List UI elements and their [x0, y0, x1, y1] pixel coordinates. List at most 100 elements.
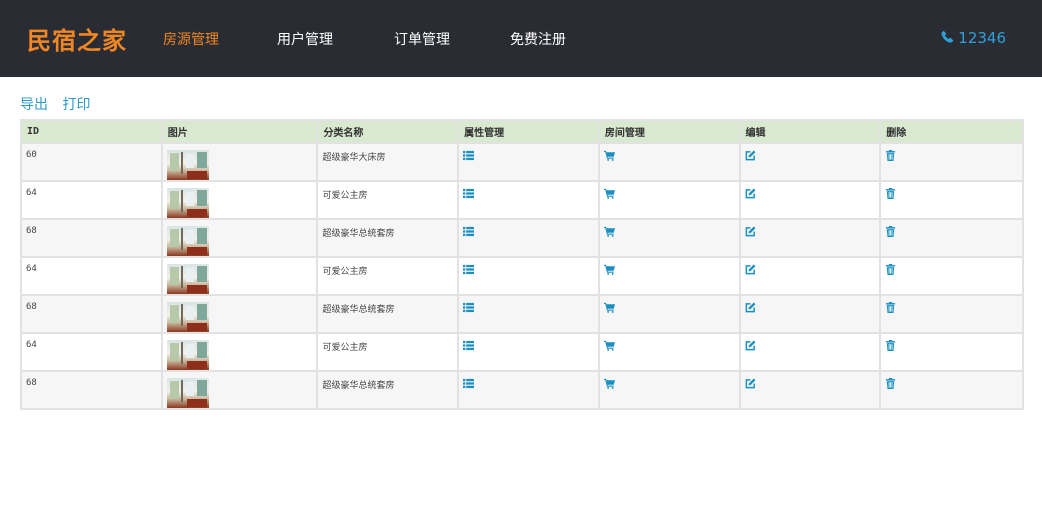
cell-image: [160, 180, 319, 220]
room-thumbnail[interactable]: [166, 264, 209, 294]
phone-contact: 12346: [941, 29, 1006, 47]
room-thumbnail[interactable]: [166, 302, 209, 332]
cell-category-name: 可爱公主房: [316, 256, 460, 296]
header-id: ID: [21, 120, 162, 143]
cell-edit: [738, 218, 882, 258]
cart-icon[interactable]: [603, 264, 615, 275]
cell-id: 68: [20, 294, 163, 334]
phone-number[interactable]: 12346: [958, 29, 1006, 47]
top-navbar: 民宿之家 房源管理 用户管理 订单管理 免费注册 12346: [0, 0, 1042, 77]
room-thumbnail[interactable]: [166, 150, 209, 180]
room-thumbnail[interactable]: [166, 378, 209, 408]
list-icon[interactable]: [463, 378, 475, 389]
toolbar: 导出 打印: [20, 94, 100, 114]
cell-image: [160, 294, 319, 334]
cell-rooms: [597, 294, 741, 334]
header-attributes: 属性管理: [457, 120, 599, 143]
cell-image: [160, 332, 319, 372]
cell-rooms: [597, 256, 741, 296]
table-row: 64 可爱公主房: [20, 256, 1024, 296]
cell-delete: [879, 332, 1024, 372]
cell-id: 60: [20, 142, 163, 182]
cell-attributes: [457, 294, 600, 334]
cell-rooms: [597, 142, 741, 182]
cell-rooms: [597, 218, 741, 258]
cell-attributes: [457, 142, 600, 182]
list-icon[interactable]: [463, 302, 475, 313]
trash-icon[interactable]: [885, 226, 896, 237]
cell-edit: [738, 294, 882, 334]
cart-icon[interactable]: [603, 226, 615, 237]
trash-icon[interactable]: [885, 302, 896, 313]
room-table: ID 图片 分类名称 属性管理 房间管理 编辑 删除 60 超级豪华大床房 64 可爱…: [20, 119, 1024, 410]
cart-icon[interactable]: [603, 150, 615, 161]
cell-image: [160, 218, 319, 258]
cell-category-name: 可爱公主房: [316, 332, 460, 372]
header-category-name: 分类名称: [316, 120, 459, 143]
cell-category-name: 可爱公主房: [316, 180, 460, 220]
cell-id: 64: [20, 332, 163, 372]
nav-free-register[interactable]: 免费注册: [510, 29, 566, 49]
cell-edit: [738, 180, 882, 220]
header-image: 图片: [160, 120, 318, 143]
trash-icon[interactable]: [885, 188, 896, 199]
cell-attributes: [457, 218, 600, 258]
cart-icon[interactable]: [603, 340, 615, 351]
cell-category-name: 超级豪华大床房: [316, 142, 460, 182]
list-icon[interactable]: [463, 264, 475, 275]
header-rooms: 房间管理: [597, 120, 740, 143]
cell-rooms: [597, 332, 741, 372]
trash-icon[interactable]: [885, 340, 896, 351]
room-thumbnail[interactable]: [166, 340, 209, 370]
cell-image: [160, 370, 319, 410]
edit-icon[interactable]: [745, 226, 756, 237]
list-icon[interactable]: [463, 226, 475, 237]
cart-icon[interactable]: [603, 302, 615, 313]
table-row: 68 超级豪华总统套房: [20, 370, 1024, 410]
table-row: 60 超级豪华大床房: [20, 142, 1024, 182]
edit-icon[interactable]: [745, 150, 756, 161]
cell-image: [160, 142, 319, 182]
cell-delete: [879, 370, 1024, 410]
nav-user-management[interactable]: 用户管理: [277, 29, 333, 49]
cell-delete: [879, 142, 1024, 182]
trash-icon[interactable]: [885, 150, 896, 161]
room-thumbnail[interactable]: [166, 226, 209, 256]
cell-image: [160, 256, 319, 296]
cell-edit: [738, 142, 882, 182]
edit-icon[interactable]: [745, 340, 756, 351]
list-icon[interactable]: [463, 340, 475, 351]
nav-room-management[interactable]: 房源管理: [163, 29, 219, 49]
table-row: 68 超级豪华总统套房: [20, 218, 1024, 258]
cart-icon[interactable]: [603, 188, 615, 199]
header-delete: 删除: [879, 120, 1023, 143]
brand-logo[interactable]: 民宿之家: [27, 21, 127, 56]
cell-delete: [879, 218, 1024, 258]
list-icon[interactable]: [463, 188, 475, 199]
table-row: 64 可爱公主房: [20, 180, 1024, 220]
edit-icon[interactable]: [745, 188, 756, 199]
cell-attributes: [457, 180, 600, 220]
cell-edit: [738, 256, 882, 296]
table-row: 64 可爱公主房: [20, 332, 1024, 372]
trash-icon[interactable]: [885, 264, 896, 275]
header-edit: 编辑: [738, 120, 881, 143]
room-thumbnail[interactable]: [166, 188, 209, 218]
cell-id: 64: [20, 256, 163, 296]
edit-icon[interactable]: [745, 264, 756, 275]
print-link[interactable]: 打印: [62, 97, 90, 113]
cell-delete: [879, 256, 1024, 296]
table-header-row: ID 图片 分类名称 属性管理 房间管理 编辑 删除: [21, 120, 1023, 143]
edit-icon[interactable]: [745, 378, 756, 389]
edit-icon[interactable]: [745, 302, 756, 313]
table-row: 68 超级豪华总统套房: [20, 294, 1024, 334]
export-link[interactable]: 导出: [20, 97, 48, 113]
cell-id: 68: [20, 218, 163, 258]
cart-icon[interactable]: [603, 378, 615, 389]
cell-attributes: [457, 370, 600, 410]
trash-icon[interactable]: [885, 378, 896, 389]
nav-order-management[interactable]: 订单管理: [394, 29, 450, 49]
list-icon[interactable]: [463, 150, 475, 161]
cell-category-name: 超级豪华总统套房: [316, 294, 460, 334]
cell-category-name: 超级豪华总统套房: [316, 370, 460, 410]
